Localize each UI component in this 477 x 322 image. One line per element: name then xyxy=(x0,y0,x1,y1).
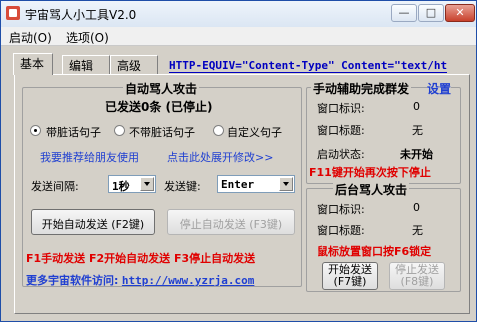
app-icon xyxy=(6,6,20,20)
bg-title-value: 无 xyxy=(412,224,423,237)
manual-group-title: 手动辅助完成群发 xyxy=(311,80,412,97)
radio-custom[interactable] xyxy=(213,125,224,136)
hotkey-hint: F1手动发送 F2开始自动发送 F3停止自动发送 xyxy=(26,252,256,265)
manual-title-label: 窗口标题: xyxy=(317,124,365,137)
key-select[interactable]: Enter xyxy=(217,175,295,193)
start-auto-button[interactable]: 开始自动发送 (F2键) xyxy=(31,209,155,235)
manual-state-label: 启动状态: xyxy=(317,148,365,161)
main-window: 宇宙骂人小工具V2.0 — □ ✕ 启动(O) 选项(O) 基本 编辑 高级 H… xyxy=(0,0,477,322)
stop-auto-button[interactable]: 停止自动发送 (F3键) xyxy=(167,209,295,235)
interval-value: 1秒 xyxy=(112,180,130,193)
manual-state-value: 未开始 xyxy=(400,148,433,161)
manual-id-label: 窗口标识: xyxy=(317,102,365,115)
window-title: 宇宙骂人小工具V2.0 xyxy=(25,8,137,22)
radio-custom-label[interactable]: 自定义句子 xyxy=(227,124,282,140)
auto-status: 已发送0条 (已停止) xyxy=(105,100,213,114)
title-bar[interactable]: 宇宙骂人小工具V2.0 — □ ✕ xyxy=(1,1,476,27)
bg-stop-button[interactable]: 停止发送 (F8键) xyxy=(389,262,445,290)
manual-hint: F11键开始再次按下停止 xyxy=(309,166,431,179)
auto-group-title: 自动骂人攻击 xyxy=(123,80,200,97)
close-button[interactable]: ✕ xyxy=(445,4,475,22)
maximize-button[interactable]: □ xyxy=(418,4,444,22)
auto-group: 自动骂人攻击 已发送0条 (已停止) 带脏话句子 不带脏话句子 自定义句子 我要… xyxy=(22,80,302,288)
radio-clean[interactable] xyxy=(114,125,125,136)
minimize-button[interactable]: — xyxy=(391,4,417,22)
marquee-text: HTTP-EQUIV="Content-Type" Content="text/… xyxy=(169,59,448,73)
interval-select[interactable]: 1秒 xyxy=(108,175,156,193)
close-icon: ✕ xyxy=(455,6,465,19)
bg-start-button[interactable]: 开始发送 (F7键) xyxy=(322,262,378,290)
site-label: 更多宇宙软件访问: xyxy=(26,274,119,287)
tab-advanced[interactable]: 高级 xyxy=(110,55,158,74)
bg-id-label: 窗口标识: xyxy=(317,203,365,216)
radio-clean-label[interactable]: 不带脏话句子 xyxy=(129,124,195,140)
basic-tab-panel: 自动骂人攻击 已发送0条 (已停止) 带脏话句子 不带脏话句子 自定义句子 我要… xyxy=(14,74,470,314)
radio-dirty[interactable] xyxy=(30,125,41,136)
minimize-icon: — xyxy=(398,6,410,19)
bg-title-label: 窗口标题: xyxy=(317,224,365,237)
tab-basic[interactable]: 基本 xyxy=(13,53,53,75)
menu-options[interactable]: 选项(O) xyxy=(66,29,109,46)
bg-stop-key: (F8键) xyxy=(400,275,434,288)
bg-id-value: 0 xyxy=(413,201,420,214)
bg-hint: 鼠标放置窗口按F6锁定 xyxy=(317,245,432,258)
background-group: 后台骂人攻击 窗口标识: 0 窗口标题: 无 鼠标放置窗口按F6锁定 开始发送 … xyxy=(306,181,461,292)
background-group-title: 后台骂人攻击 xyxy=(333,181,410,198)
bg-start-key: (F7键) xyxy=(333,275,367,288)
chevron-down-icon[interactable] xyxy=(140,177,154,191)
scrolling-marquee: HTTP-EQUIV="Content-Type" Content="text/… xyxy=(169,59,469,73)
site-url[interactable]: http://www.yzrja.com xyxy=(122,274,254,287)
key-value: Enter xyxy=(221,178,255,191)
manual-id-value: 0 xyxy=(413,100,420,113)
key-label: 发送键: xyxy=(164,180,201,193)
tab-edit[interactable]: 编辑 xyxy=(62,55,110,74)
manual-group: 手动辅助完成群发 设置 窗口标识: 0 窗口标题: 无 启动状态: 未开始 F1… xyxy=(306,80,461,184)
menu-start[interactable]: 启动(O) xyxy=(9,29,52,46)
manual-title-value: 无 xyxy=(412,124,423,137)
recommend-link[interactable]: 我要推荐给朋友使用 xyxy=(40,149,139,165)
expand-link[interactable]: 点击此处展开修改>> xyxy=(167,149,273,165)
site-link[interactable]: 更多宇宙软件访问: http://www.yzrja.com xyxy=(26,272,254,288)
maximize-icon: □ xyxy=(425,6,437,19)
interval-label: 发送间隔: xyxy=(31,180,79,193)
chevron-down-icon[interactable] xyxy=(279,177,293,191)
settings-link[interactable]: 设置 xyxy=(427,80,452,97)
menu-bar: 启动(O) 选项(O) xyxy=(1,27,476,46)
radio-dirty-label[interactable]: 带脏话句子 xyxy=(46,124,101,140)
